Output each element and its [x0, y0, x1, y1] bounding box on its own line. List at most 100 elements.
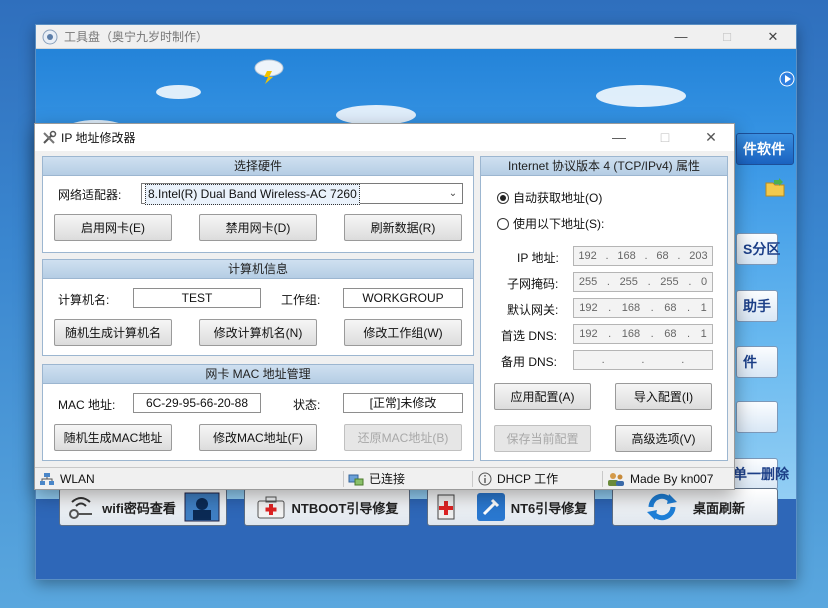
dialog-maximize-icon[interactable]: □ — [642, 124, 688, 150]
dialog-status-bar: WLAN 已连接 DHCP 工作 Made By kn007 — [35, 467, 734, 489]
auto-address-radio[interactable]: 自动获取地址(O) — [497, 189, 602, 206]
mask-octet: 0 — [701, 276, 708, 288]
save-config-button[interactable]: 保存当前配置 — [494, 425, 591, 452]
import-config-label: 导入配置(I) — [633, 390, 694, 404]
adapter-select[interactable]: 8.Intel(R) Dual Band Wireless-AC 7260 ⌄ — [141, 183, 463, 205]
maximize-icon[interactable]: □ — [704, 25, 750, 49]
manual-address-label: 使用以下地址(S): — [513, 217, 605, 231]
dialog-title: IP 地址修改器 — [61, 131, 136, 145]
medical-box-icon — [437, 494, 455, 520]
restore-mac-label: 还原MAC地址(B) — [357, 431, 449, 445]
ntboot-repair-button[interactable]: NTBOOT引导修复 — [244, 488, 410, 526]
wlan-label: WLAN — [60, 472, 95, 486]
dns-octet: 192 — [579, 328, 598, 340]
dhcp-status: DHCP 工作 — [478, 468, 558, 490]
folder-icon[interactable] — [764, 177, 786, 199]
advanced-options-label: 高级选项(V) — [631, 432, 696, 446]
ip-address-field[interactable]: 192. 168. 68. 203 — [573, 246, 713, 266]
subnet-mask-label: 子网掩码: — [507, 277, 559, 291]
modify-mac-label: 修改MAC地址(F) — [213, 431, 303, 445]
rename-computer-button[interactable]: 修改计算机名(N) — [199, 319, 317, 346]
cloud-decoration — [336, 105, 416, 125]
mask-octet: 255 — [619, 276, 638, 288]
side-button-label: 单一删除 — [733, 466, 789, 482]
apply-config-button[interactable]: 应用配置(A) — [494, 383, 591, 410]
import-config-button[interactable]: 导入配置(I) — [615, 383, 712, 410]
dns-octet: 1 — [700, 328, 707, 340]
side-button-partition[interactable]: S分区 — [736, 233, 781, 265]
close-icon[interactable]: ✕ — [750, 25, 796, 49]
dialog-minimize-icon[interactable]: — — [596, 124, 642, 150]
tools-icon — [476, 493, 505, 521]
dhcp-label: DHCP 工作 — [497, 472, 559, 486]
gateway-label: 默认网关: — [507, 303, 559, 317]
mask-octet: 255 — [660, 276, 679, 288]
random-computer-name-button[interactable]: 随机生成计算机名 — [54, 319, 172, 346]
computer-header: 计算机信息 — [43, 260, 473, 279]
modify-mac-button[interactable]: 修改MAC地址(F) — [199, 424, 317, 451]
mac-header: 网卡 MAC 地址管理 — [43, 365, 473, 384]
disable-nic-label: 禁用网卡(D) — [225, 221, 291, 235]
side-button-label: S分区 — [743, 241, 781, 257]
change-workgroup-button[interactable]: 修改工作组(W) — [344, 319, 462, 346]
save-config-label: 保存当前配置 — [506, 432, 579, 446]
computer-name-field[interactable]: TEST — [133, 288, 261, 308]
ip-octet: 168 — [617, 250, 636, 262]
preferred-dns-field[interactable]: 192. 168. 68. 1 — [573, 324, 713, 344]
users-icon — [608, 473, 624, 486]
subnet-mask-field[interactable]: 255. 255. 255. 0 — [573, 272, 713, 292]
side-button-files[interactable]: 件 — [736, 346, 778, 378]
workgroup-label: 工作组: — [281, 293, 321, 307]
refresh-data-button[interactable]: 刷新数据(R) — [344, 214, 462, 241]
disable-nic-button[interactable]: 禁用网卡(D) — [199, 214, 317, 241]
wlan-status: WLAN — [39, 468, 95, 490]
random-mac-label: 随机生成MAC地址 — [63, 431, 163, 445]
author-label: Made By kn007 — [630, 472, 714, 486]
play-icon[interactable] — [779, 71, 795, 87]
gateway-octet: 168 — [621, 302, 641, 314]
adapter-value: 8.Intel(R) Dual Band Wireless-AC 7260 — [145, 184, 360, 205]
connected-label: 已连接 — [369, 472, 406, 486]
random-mac-button[interactable]: 随机生成MAC地址 — [54, 424, 172, 451]
nt6-repair-button[interactable]: NT6引导修复 — [427, 488, 595, 526]
mac-address-label: MAC 地址: — [58, 398, 116, 412]
mac-address-field[interactable]: 6C-29-95-66-20-88 — [133, 393, 261, 413]
rename-computer-label: 修改计算机名(N) — [213, 326, 303, 340]
refresh-icon — [646, 493, 677, 521]
desktop-refresh-button[interactable]: 桌面刷新 — [612, 488, 778, 526]
app-title: 工具盘（奥宁九岁时制作） — [64, 30, 209, 44]
alternate-dns-field[interactable]: ... — [573, 350, 713, 370]
radio-dot — [497, 217, 509, 230]
restore-mac-button[interactable]: 还原MAC地址(B) — [344, 424, 462, 451]
ip-modifier-dialog: IP 地址修改器 — □ ✕ 选择硬件 网络适配器: 8.Intel(R) Du… — [34, 123, 735, 490]
dns-octet: 68 — [664, 328, 677, 340]
auto-address-label: 自动获取地址(O) — [513, 191, 603, 205]
side-button-label: 助手 — [743, 298, 771, 314]
desktop-refresh-label: 桌面刷新 — [692, 500, 745, 516]
wifi-password-button[interactable]: wifi密码查看 — [59, 488, 227, 526]
chevron-down-icon[interactable]: ⌄ — [444, 184, 462, 203]
tools-icon — [43, 130, 57, 144]
computer-info-panel: 计算机信息 计算机名: TEST 工作组: WORKGROUP 随机生成计算机名… — [42, 259, 474, 356]
ipv4-header: Internet 协议版本 4 (TCP/IPv4) 属性 — [481, 157, 727, 176]
mask-octet: 255 — [578, 276, 598, 288]
preferred-dns-label: 首选 DNS: — [501, 329, 558, 343]
side-button-software[interactable]: 件软件 — [736, 133, 794, 165]
wifi-password-label: wifi密码查看 — [102, 500, 176, 516]
enable-nic-button[interactable]: 启用网卡(E) — [54, 214, 172, 241]
app-logo-icon — [42, 29, 58, 44]
minimize-icon[interactable]: — — [658, 25, 704, 49]
wifi-key-icon — [69, 497, 93, 519]
advanced-options-button[interactable]: 高级选项(V) — [615, 425, 712, 452]
gateway-octet: 1 — [700, 302, 707, 314]
workgroup-field[interactable]: WORKGROUP — [343, 288, 463, 308]
side-button-blank[interactable] — [736, 401, 778, 433]
hardware-header: 选择硬件 — [43, 157, 473, 176]
gateway-field[interactable]: 192. 168. 68. 1 — [573, 298, 713, 318]
dialog-close-icon[interactable]: ✕ — [688, 124, 734, 150]
mac-state-field: [正常]未修改 — [343, 393, 463, 413]
weather-storm-icon — [254, 59, 284, 84]
manual-address-radio[interactable]: 使用以下地址(S): — [497, 215, 604, 232]
author-credit: Made By kn007 — [607, 468, 713, 490]
side-button-assistant[interactable]: 助手 — [736, 290, 778, 322]
